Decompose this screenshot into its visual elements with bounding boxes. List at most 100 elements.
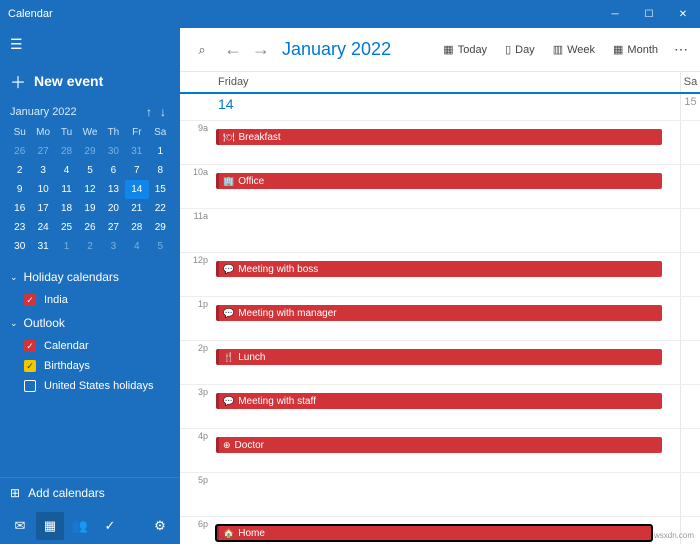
time-cell[interactable]: 🏠Home <box>212 517 680 544</box>
date-15[interactable]: 15 <box>680 94 700 120</box>
sat-cell[interactable] <box>680 297 700 340</box>
hamburger-icon[interactable]: ☰ <box>0 28 180 61</box>
calendar-group[interactable]: ⌄Holiday calendars <box>0 264 180 290</box>
mini-cal-day[interactable]: 5 <box>149 237 172 256</box>
mini-cal-day[interactable]: 11 <box>55 180 78 199</box>
mini-cal-day[interactable]: 26 <box>78 218 101 237</box>
calendar-icon[interactable]: ▦ <box>36 512 64 540</box>
event[interactable]: 💬Meeting with boss <box>216 261 662 277</box>
prev-arrow-icon[interactable]: ← <box>222 39 244 60</box>
mini-cal-day[interactable]: 2 <box>8 161 31 180</box>
mini-cal-day[interactable]: 8 <box>149 161 172 180</box>
close-button[interactable]: ✕ <box>666 0 700 28</box>
current-month[interactable]: January 2022 <box>282 39 431 60</box>
next-arrow-icon[interactable]: → <box>250 39 272 60</box>
mini-cal-day[interactable]: 12 <box>78 180 101 199</box>
mini-cal-day[interactable]: 27 <box>31 142 54 161</box>
sat-cell[interactable] <box>680 209 700 252</box>
mini-cal-month[interactable]: January 2022 <box>10 106 142 118</box>
mini-cal-day[interactable]: 29 <box>78 142 101 161</box>
calendar-group[interactable]: ⌄Outlook <box>0 310 180 336</box>
today-button[interactable]: ▦Today <box>437 43 493 56</box>
date-14[interactable]: 14 <box>212 94 680 120</box>
mini-cal-day[interactable]: 4 <box>55 161 78 180</box>
time-cell[interactable]: 🍽Breakfast <box>212 121 680 164</box>
mini-cal-day[interactable]: 17 <box>31 199 54 218</box>
time-cell[interactable]: 🏢Office <box>212 165 680 208</box>
mini-cal-day[interactable]: 5 <box>78 161 101 180</box>
new-event-button[interactable]: ＋ New event <box>0 61 180 105</box>
time-cell[interactable] <box>212 209 680 252</box>
week-view-button[interactable]: ▥Week <box>547 43 601 56</box>
add-calendars-button[interactable]: ⊞ Add calendars <box>0 477 180 508</box>
mini-cal-day[interactable]: 28 <box>125 218 148 237</box>
day-view-button[interactable]: ▯Day <box>499 43 541 56</box>
settings-icon[interactable]: ⚙ <box>146 512 174 540</box>
mini-cal-day[interactable]: 9 <box>8 180 31 199</box>
event[interactable]: 🍽Breakfast <box>216 129 662 145</box>
mini-cal-day[interactable]: 25 <box>55 218 78 237</box>
time-cell[interactable]: 💬Meeting with boss <box>212 253 680 296</box>
mini-cal-day[interactable]: 16 <box>8 199 31 218</box>
event[interactable]: 🏢Office <box>216 173 662 189</box>
event[interactable]: 🏠Home <box>216 525 652 541</box>
sat-cell[interactable] <box>680 473 700 516</box>
mini-cal-day[interactable]: 19 <box>78 199 101 218</box>
mini-cal-day[interactable]: 7 <box>125 161 148 180</box>
mini-cal-day[interactable]: 29 <box>149 218 172 237</box>
mini-cal-day[interactable]: 13 <box>102 180 125 199</box>
mini-cal-day[interactable]: 30 <box>8 237 31 256</box>
people-icon[interactable]: 👥 <box>66 512 94 540</box>
mini-cal-next-icon[interactable]: ↓ <box>156 105 170 119</box>
mini-cal-day[interactable]: 22 <box>149 199 172 218</box>
mini-cal-day[interactable]: 6 <box>102 161 125 180</box>
calendar-checkbox[interactable]: ✓Calendar <box>0 336 180 356</box>
mini-cal-day[interactable]: 20 <box>102 199 125 218</box>
calendar-checkbox[interactable]: ✓Birthdays <box>0 356 180 376</box>
mini-cal-day[interactable]: 31 <box>125 142 148 161</box>
mini-cal-day[interactable]: 28 <box>55 142 78 161</box>
event[interactable]: 🍴Lunch <box>216 349 662 365</box>
minimize-button[interactable]: ─ <box>598 0 632 28</box>
todo-icon[interactable]: ✓ <box>96 512 124 540</box>
mini-cal-day[interactable]: 1 <box>149 142 172 161</box>
sat-cell[interactable] <box>680 165 700 208</box>
mini-cal-day[interactable]: 23 <box>8 218 31 237</box>
mini-cal-day[interactable]: 14 <box>125 180 148 199</box>
month-view-button[interactable]: ▦Month <box>607 43 664 56</box>
mini-cal-day[interactable]: 27 <box>102 218 125 237</box>
mini-cal-day[interactable]: 3 <box>102 237 125 256</box>
mini-cal-day[interactable]: 24 <box>31 218 54 237</box>
sat-cell[interactable] <box>680 121 700 164</box>
sat-cell[interactable] <box>680 253 700 296</box>
time-cell[interactable]: 💬Meeting with staff <box>212 385 680 428</box>
mini-cal-day[interactable]: 18 <box>55 199 78 218</box>
sat-cell[interactable] <box>680 341 700 384</box>
calendar-checkbox[interactable]: United States holidays <box>0 376 180 396</box>
search-icon[interactable]: ⌕ <box>188 36 216 64</box>
mini-cal-day[interactable]: 31 <box>31 237 54 256</box>
mail-icon[interactable]: ✉ <box>6 512 34 540</box>
mini-cal-day[interactable]: 2 <box>78 237 101 256</box>
more-icon[interactable]: ⋯ <box>670 41 692 58</box>
time-cell[interactable]: 💬Meeting with manager <box>212 297 680 340</box>
event[interactable]: ⊕Doctor <box>216 437 662 453</box>
mini-cal-day[interactable]: 10 <box>31 180 54 199</box>
sat-cell[interactable] <box>680 385 700 428</box>
mini-cal-day[interactable]: 1 <box>55 237 78 256</box>
mini-cal-day[interactable]: 15 <box>149 180 172 199</box>
mini-cal-day[interactable]: 26 <box>8 142 31 161</box>
time-cell[interactable]: ⊕Doctor <box>212 429 680 472</box>
time-cell[interactable] <box>212 473 680 516</box>
calendar-checkbox[interactable]: ✓India <box>0 290 180 310</box>
mini-cal-day[interactable]: 3 <box>31 161 54 180</box>
sat-cell[interactable] <box>680 429 700 472</box>
event[interactable]: 💬Meeting with manager <box>216 305 662 321</box>
mini-cal-day[interactable]: 21 <box>125 199 148 218</box>
event[interactable]: 💬Meeting with staff <box>216 393 662 409</box>
maximize-button[interactable]: ☐ <box>632 0 666 28</box>
mini-cal-day[interactable]: 30 <box>102 142 125 161</box>
time-cell[interactable]: 🍴Lunch <box>212 341 680 384</box>
mini-cal-day[interactable]: 4 <box>125 237 148 256</box>
mini-cal-prev-icon[interactable]: ↑ <box>142 105 156 119</box>
